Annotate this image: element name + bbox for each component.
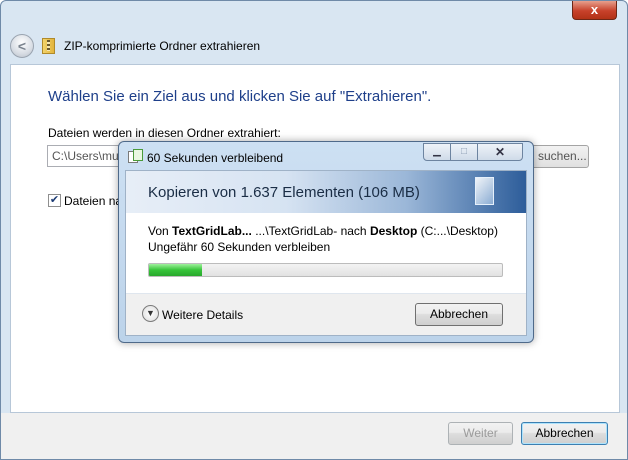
progress-footer: ▼ Weitere Details Abbrechen [126,294,526,335]
copy-heading: Kopieren von 1.637 Elementen (106 MB) [148,184,420,201]
wizard-title: ZIP-komprimierte Ordner extrahieren [64,39,261,53]
dest-path: (C:...\Desktop) [420,224,498,238]
minimize-button[interactable]: ▁ [423,143,451,161]
copy-source-dest-line: Von TextGridLab... ...\TextGridLab- nach… [148,224,498,238]
destination-label: Dateien werden in diesen Ordner extrahie… [48,126,281,140]
source-path: ...\TextGridLab- [255,224,338,238]
document-icon [475,177,494,205]
copy-icon [128,149,143,163]
to-word: nach [340,224,367,238]
copy-progress-dialog: 60 Sekunden verbleibend ▁ □ ✕ Kopieren v… [118,141,534,343]
wizard-footer: Weiter Abbrechen [1,413,627,459]
progress-bar [148,263,503,277]
wizard-cancel-button[interactable]: Abbrechen [521,422,608,445]
zip-folder-icon [42,38,55,54]
chevron-down-icon[interactable]: ▼ [142,305,159,322]
progress-dialog-title: 60 Sekunden verbleibend [147,151,284,165]
back-arrow-icon[interactable]: < [10,34,34,58]
time-remaining: Ungefähr 60 Sekunden verbleiben [148,240,331,254]
maximize-button[interactable]: □ [450,143,478,161]
browse-button[interactable]: suchen... [529,145,589,168]
show-files-checkbox[interactable]: ✔ [48,194,61,207]
from-prefix: Von [148,224,169,238]
next-button[interactable]: Weiter [448,422,513,445]
more-details-toggle[interactable]: Weitere Details [162,308,243,322]
progress-close-button[interactable]: ✕ [477,143,523,161]
wizard-heading: Wählen Sie ein Ziel aus und klicken Sie … [48,88,432,105]
progress-banner: Kopieren von 1.637 Elementen (106 MB) [126,171,526,213]
show-files-label: Dateien na [64,194,123,208]
progress-body: Kopieren von 1.637 Elementen (106 MB) Vo… [125,170,527,336]
progress-bar-fill [149,264,202,276]
progress-cancel-button[interactable]: Abbrechen [415,303,503,326]
source-name: TextGridLab... [172,224,252,238]
wizard-close-button[interactable]: x [572,1,617,20]
dest-name: Desktop [369,224,418,238]
